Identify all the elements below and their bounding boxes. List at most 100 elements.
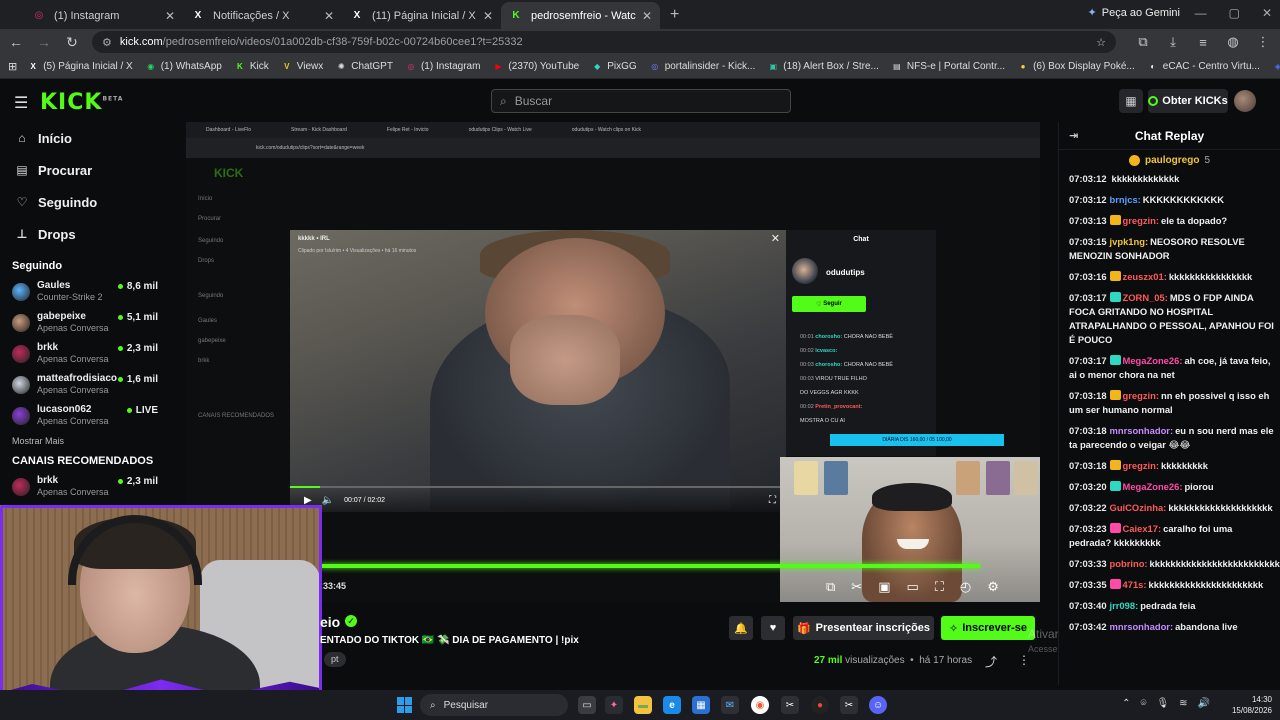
fullscreen-icon[interactable]: ⛶ — [769, 495, 776, 506]
chat-username[interactable]: gregzin: — [1123, 460, 1159, 471]
theater-icon[interactable]: ▣ — [878, 579, 890, 595]
show-more-link[interactable]: Mostrar Mais — [0, 431, 176, 451]
close-tab-icon[interactable]: ✕ — [642, 9, 652, 23]
forward-icon[interactable]: → — [36, 34, 52, 50]
capcut-icon[interactable]: ✂ — [781, 696, 799, 714]
sidebar-nav-item[interactable]: ▤ Procurar — [0, 154, 176, 186]
theatre-mode-button[interactable]: ▦ — [1119, 89, 1143, 113]
settings-icon[interactable]: ⚙ — [987, 579, 999, 595]
close-tab-icon[interactable]: ✕ — [324, 9, 334, 23]
chat-username[interactable]: jvpk1ng: — [1110, 236, 1149, 247]
channel-name[interactable]: eio — [320, 614, 340, 630]
chat-username[interactable]: Caiex17: — [1123, 523, 1162, 534]
bookmark-item[interactable]: ● (6) Box Display Poké... — [1017, 61, 1135, 73]
reload-icon[interactable]: ↻ — [64, 34, 80, 51]
sidebar-channel[interactable]: brkk Apenas Conversa 2,3 mil — [0, 338, 176, 369]
chat-username[interactable]: ZORN_05: — [1123, 292, 1168, 303]
download-icon[interactable]: ⤓ — [1164, 34, 1182, 50]
tray-arrow-icon[interactable]: ⌃ — [1122, 698, 1130, 709]
more-options-icon[interactable]: ⋮ — [1018, 653, 1030, 667]
sidebar-nav-item[interactable]: ⊥ Drops — [0, 218, 176, 250]
clip-icon[interactable]: ✂ — [851, 579, 862, 595]
hamburger-menu-icon[interactable]: ☰ — [14, 93, 28, 113]
bookmark-item[interactable]: ◐ eCAC - Centro Virtu... — [1147, 61, 1260, 73]
browser-tab[interactable]: Kpedrosemfreio - Watch the VOD ✕ — [501, 2, 660, 29]
chrome-icon[interactable]: ◉ — [751, 696, 769, 714]
close-tab-icon[interactable]: ✕ — [483, 9, 493, 23]
sidebar-nav-item[interactable]: ♡ Seguindo — [0, 186, 176, 218]
task-view-icon[interactable]: ▭ — [578, 696, 596, 714]
volume-tray-icon[interactable]: 🔊 — [1198, 698, 1210, 709]
wifi-icon[interactable]: ≋ — [1179, 698, 1187, 709]
gift-subs-button[interactable]: 🎁 Presentear inscrições — [793, 616, 934, 640]
bookmark-item[interactable]: ◎ portalinsider - Kick... — [649, 61, 755, 73]
close-window-icon[interactable]: ✕ — [1262, 6, 1272, 20]
collapse-chat-icon[interactable]: ⇥ — [1069, 129, 1078, 142]
language-tag[interactable]: pt — [324, 652, 346, 667]
sidebar-channel[interactable]: Gaules Counter-Strike 2 8,6 mil — [0, 276, 176, 307]
profile-icon[interactable]: ◍ — [1224, 34, 1242, 50]
close-icon[interactable]: ✕ — [771, 232, 780, 245]
bookmark-item[interactable]: ◆ PixGG — [591, 61, 637, 73]
chat-username[interactable]: brnjcs: — [1110, 194, 1141, 205]
follow-heart-button[interactable]: ♥ — [761, 616, 785, 640]
notification-bell-button[interactable]: 🔔 — [729, 616, 753, 640]
subscribe-button[interactable]: ✧ Inscrever-se — [941, 616, 1035, 640]
chat-username[interactable]: jrr098: — [1110, 600, 1139, 611]
capcut2-icon[interactable]: ✂ — [840, 696, 858, 714]
browser-tab[interactable]: ◎ (1) Instagram ✕ — [24, 2, 183, 29]
share-icon[interactable]: ⤴ — [985, 653, 997, 670]
gemini-button[interactable]: ✦ Peça ao Gemini — [1088, 6, 1180, 20]
clip-video[interactable]: kkkkk • IRL Clipado por Islu/rim • 4 Vis… — [290, 230, 786, 512]
chat-username[interactable]: MegaZone26: — [1123, 481, 1183, 492]
maximize-icon[interactable]: ▢ — [1229, 6, 1240, 20]
chat-username[interactable]: zeuszx01: — [1123, 271, 1167, 282]
sidebar-channel[interactable]: gabepeixe Apenas Conversa 5,1 mil — [0, 307, 176, 338]
chat-username[interactable]: GuiCOzinha: — [1110, 502, 1167, 513]
get-kicks-button[interactable]: Obter KICKs — [1148, 89, 1228, 113]
clip-follow-button[interactable]: ♡ Seguir — [792, 296, 866, 312]
discord-icon[interactable]: ☺ — [869, 696, 887, 714]
sidebar-channel[interactable]: lucason062 Apenas Conversa LIVE — [0, 400, 176, 431]
taskbar-search[interactable]: ⌕ Pesquisar — [420, 694, 568, 716]
bookmark-item[interactable]: ◎ (1) Instagram — [405, 61, 480, 73]
new-tab-button[interactable]: + — [660, 6, 689, 29]
chat-username[interactable]: 471s: — [1123, 579, 1147, 590]
site-info-icon[interactable]: ⚙ — [102, 36, 112, 49]
chat-username[interactable]: pobrino: — [1110, 558, 1148, 569]
network-icon[interactable]: ⌾ — [1140, 698, 1146, 709]
fullscreen-player-icon[interactable]: ⛶ — [935, 579, 944, 595]
extensions-icon[interactable]: ⧉ — [1134, 34, 1152, 50]
edge-icon[interactable]: e — [663, 696, 681, 714]
chat-username[interactable]: mnrsonhador: — [1110, 425, 1174, 436]
minimize-icon[interactable]: — — [1195, 6, 1207, 20]
bookmark-item[interactable]: ◉ (1) WhatsApp — [145, 61, 222, 73]
apps-icon[interactable]: ⊞ — [8, 60, 17, 73]
sidebar-channel[interactable]: matteafrodisiaco Apenas Conversa 1,6 mil — [0, 369, 176, 400]
copilot-icon[interactable]: ✦ — [605, 696, 623, 714]
chat-username[interactable]: MegaZone26: — [1123, 355, 1183, 366]
captions-icon[interactable]: ▭ — [907, 579, 919, 595]
bookmark-item[interactable]: ▤ NFS-e | Portal Contr... — [891, 61, 1005, 73]
play-icon[interactable]: ▶ — [304, 495, 312, 506]
menu-icon[interactable]: ⋮ — [1254, 34, 1272, 50]
vod-progress-bar[interactable] — [320, 564, 980, 568]
bookmark-item[interactable]: K Kick — [234, 61, 269, 73]
bookmark-item[interactable]: ▣ (18) Alert Box / Stre... — [767, 61, 879, 73]
kick-logo[interactable]: KICKBETA — [40, 90, 123, 115]
sidebar-channel[interactable]: brkk Apenas Conversa 2,3 mil — [0, 471, 176, 502]
address-bar[interactable]: ⚙ kick.com/pedrosemfreio/videos/01a002db… — [92, 31, 1116, 53]
obs-icon[interactable]: ● — [811, 696, 829, 714]
bookmark-star-icon[interactable]: ☆ — [1096, 36, 1106, 49]
bookmark-item[interactable]: ✺ ChatGPT — [335, 61, 393, 73]
mail-icon[interactable]: ✉ — [721, 696, 739, 714]
bookmark-item[interactable]: X (5) Página Inicial / X — [27, 61, 133, 73]
speed-icon[interactable]: ◴ — [960, 579, 971, 595]
store-icon[interactable]: ▦ — [692, 696, 710, 714]
back-icon[interactable]: ← — [8, 34, 24, 50]
pip-icon[interactable]: ⧉ — [826, 579, 835, 595]
pinned-gifter[interactable]: paulogrego 5 — [1059, 150, 1280, 170]
browser-tab[interactable]: X Notificações / X ✕ — [183, 2, 342, 29]
close-tab-icon[interactable]: ✕ — [165, 9, 175, 23]
taskbar-clock[interactable]: 14:30 15/08/2026 — [1232, 694, 1272, 716]
